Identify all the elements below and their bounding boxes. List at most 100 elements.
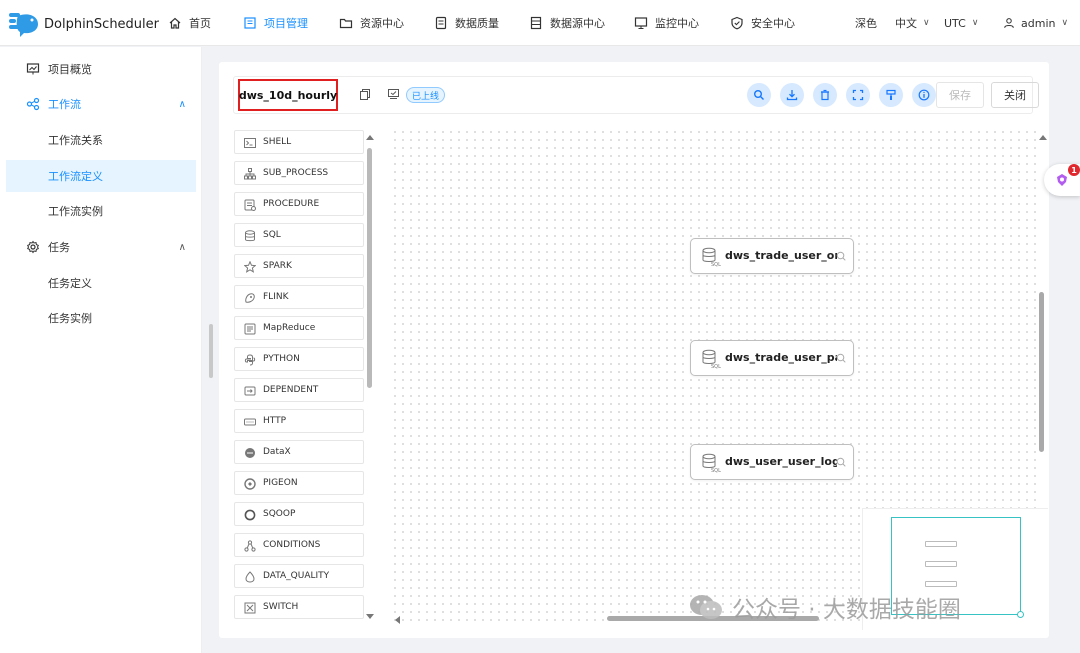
palette-scroll-down-icon[interactable] (366, 614, 374, 619)
delete-button[interactable] (813, 83, 837, 107)
chevron-up-icon: ∧ (178, 241, 186, 253)
task-node[interactable]: SQL dws_trade_user_ord (690, 238, 854, 274)
status-badge: 已上线 (406, 87, 446, 103)
nav-project[interactable]: 项目管理 (243, 0, 308, 46)
switch-icon (244, 602, 256, 614)
palette-item-label: SWITCH (263, 602, 299, 612)
sidebar-group-label: 任务 (48, 241, 70, 254)
procedure-icon (244, 199, 256, 211)
version-icon[interactable] (388, 89, 399, 99)
sidebar-item-workflow-definition[interactable]: 工作流定义 (6, 160, 196, 192)
nav-security[interactable]: 安全中心 (730, 0, 795, 46)
app-name: DolphinScheduler (44, 16, 160, 32)
palette-scroll-up-icon[interactable] (366, 135, 374, 140)
svg-text:SQL: SQL (711, 262, 721, 267)
search-icon[interactable] (836, 251, 846, 261)
sidebar-group-workflow[interactable]: 工作流 ∧ (0, 88, 202, 120)
palette-scrollbar[interactable] (367, 148, 372, 388)
search-button[interactable] (747, 83, 771, 107)
sidebar-item-task-instance[interactable]: 任务实例 (6, 302, 196, 334)
palette-item-datax[interactable]: DataX (234, 440, 364, 464)
minimap-resize-handle[interactable] (1017, 611, 1024, 618)
sidebar-item-task-definition[interactable]: 任务定义 (6, 267, 196, 299)
nav-data-quality[interactable]: 数据质量 (434, 0, 499, 46)
nav-resource[interactable]: 资源中心 (339, 0, 404, 46)
sidebar-item-label: 工作流关系 (48, 134, 103, 147)
sidebar-group-task[interactable]: 任务 ∧ (0, 231, 202, 263)
mapreduce-icon (244, 323, 256, 335)
theme-label: 深色 (855, 17, 877, 30)
sidebar-item-label: 项目概览 (48, 63, 92, 76)
datasource-icon (530, 16, 542, 30)
wechat-icon (690, 595, 722, 619)
nav-datasource[interactable]: 数据源中心 (529, 0, 605, 46)
app-logo[interactable]: DolphinScheduler (8, 10, 159, 38)
close-button[interactable]: 关闭 (991, 82, 1039, 108)
palette-item-label: MapReduce (263, 323, 316, 333)
download-button[interactable] (780, 83, 804, 107)
palette-item-dependent[interactable]: DEPENDENT (234, 378, 364, 402)
search-icon[interactable] (836, 457, 846, 467)
palette-item-python[interactable]: PYTHON (234, 347, 364, 371)
format-button[interactable] (879, 83, 903, 107)
sidebar-item-label: 工作流实例 (48, 205, 103, 218)
fullscreen-button[interactable] (846, 83, 870, 107)
palette-item-switch[interactable]: SWITCH (234, 595, 364, 619)
workflow-icon (26, 97, 40, 111)
nav-resource-label: 资源中心 (360, 17, 404, 30)
palette-item-data-quality[interactable]: DATA_QUALITY (234, 564, 364, 588)
timezone-label: UTC (944, 16, 966, 30)
timezone-select[interactable]: UTC ∨ (944, 0, 978, 46)
palette-item-mapreduce[interactable]: MapReduce (234, 316, 364, 340)
dashboard-icon (26, 63, 40, 75)
theme-toggle[interactable]: 深色 (855, 0, 877, 46)
search-icon[interactable] (836, 353, 846, 363)
palette-item-label: PROCEDURE (263, 199, 320, 209)
sidebar-scrollbar[interactable] (209, 324, 213, 378)
sidebar-item-overview[interactable]: 项目概览 (0, 53, 202, 85)
copy-icon[interactable] (360, 89, 370, 100)
editor-toolbar: dws_10d_hourly 已上线 保存 关闭 (233, 76, 1039, 114)
nav-datasource-label: 数据源中心 (550, 17, 605, 30)
canvas-scroll-left-icon[interactable] (395, 616, 400, 624)
delete-icon (821, 89, 829, 101)
nav-project-label: 项目管理 (264, 17, 308, 30)
palette-item-shell[interactable]: SHELL (234, 130, 364, 154)
canvas-scroll-up-icon[interactable] (1039, 135, 1047, 140)
palette-item-spark[interactable]: SPARK (234, 254, 364, 278)
palette-item-label: SQOOP (263, 509, 296, 519)
folder-icon (339, 18, 353, 29)
palette-item-sqoop[interactable]: SQOOP (234, 502, 364, 526)
language-select[interactable]: 中文 ∨ (895, 0, 930, 46)
nav-monitor[interactable]: 监控中心 (634, 0, 699, 46)
sql-node-icon: SQL (702, 349, 721, 369)
save-button[interactable]: 保存 (936, 82, 984, 108)
floating-assistant[interactable]: 1 (1044, 164, 1080, 196)
chevron-down-icon: ∨ (971, 18, 979, 28)
palette-item-http[interactable]: HTTP (234, 409, 364, 433)
palette-item-label: DataX (263, 447, 291, 457)
task-node[interactable]: SQL dws_trade_user_pay (690, 340, 854, 376)
task-node[interactable]: SQL dws_user_user_logi. (690, 444, 854, 480)
sidebar-item-workflow-instance[interactable]: 工作流实例 (6, 195, 196, 227)
svg-text:SQL: SQL (711, 364, 721, 369)
canvas-vertical-scrollbar[interactable] (1039, 292, 1044, 452)
datax-icon (245, 448, 255, 458)
palette-item-sql[interactable]: SQL (234, 223, 364, 247)
sqoop-icon (244, 509, 256, 521)
palette-item-procedure[interactable]: PROCEDURE (234, 192, 364, 216)
palette-item-sub-process[interactable]: SUB_PROCESS (234, 161, 364, 185)
nav-monitor-label: 监控中心 (655, 17, 699, 30)
user-icon (1004, 18, 1014, 28)
conditions-icon (244, 540, 256, 552)
chevron-down-icon: ∨ (923, 18, 930, 28)
info-button[interactable] (912, 83, 936, 107)
palette-item-flink[interactable]: FLINK (234, 285, 364, 309)
sidebar-item-workflow-relation[interactable]: 工作流关系 (6, 124, 196, 156)
palette-item-conditions[interactable]: CONDITIONS (234, 533, 364, 557)
user-menu[interactable]: admin ∨ (1003, 0, 1068, 46)
nav-home[interactable]: 首页 (168, 0, 211, 46)
http-icon (244, 418, 256, 426)
palette-item-pigeon[interactable]: PIGEON (234, 471, 364, 495)
watermark: 公众号 · 大数据技能圈 (688, 590, 961, 624)
